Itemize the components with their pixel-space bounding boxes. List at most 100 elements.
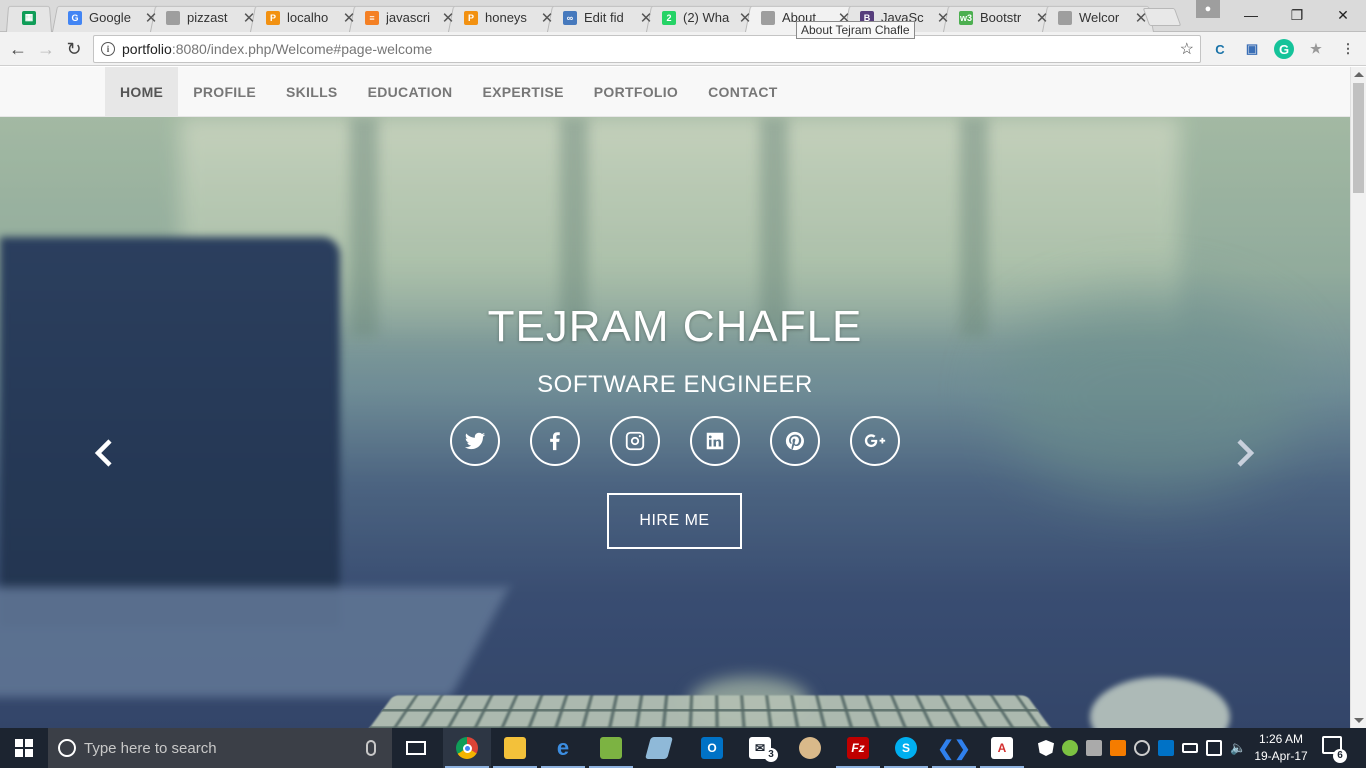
close-window-button[interactable]: ✕	[1320, 0, 1366, 30]
facebook-icon[interactable]	[530, 416, 580, 466]
reload-button[interactable]: ↻	[62, 37, 86, 61]
carousel-next-button[interactable]	[1230, 435, 1260, 471]
taskbar-outlook[interactable]: O	[688, 728, 736, 768]
tab-title: Bootstr	[980, 10, 1022, 25]
social-links	[450, 416, 900, 466]
tab-strip: ▦ G Google ✕ pizzast ✕ Plocalho ✕ ≡ javascri ✕ Phon…	[0, 0, 1366, 32]
tab-close-icon[interactable]: ✕	[242, 9, 256, 27]
battery-icon[interactable]	[1182, 743, 1198, 753]
google-icon: G	[68, 10, 82, 25]
microphone-icon[interactable]	[366, 740, 376, 756]
scrollbar-thumb[interactable]	[1353, 83, 1364, 193]
xampp-icon[interactable]	[1110, 740, 1126, 756]
nav-item-expertise[interactable]: EXPERTISE	[467, 67, 578, 117]
tab-tooltip: About Tejram Chafle	[796, 21, 915, 39]
nav-item-contact[interactable]: CONTACT	[693, 67, 793, 117]
task-view-icon	[406, 741, 426, 755]
taskbar-acrobat[interactable]: A	[978, 728, 1026, 768]
taskbar-notepad[interactable]	[587, 728, 635, 768]
new-tab-button[interactable]	[1142, 8, 1182, 26]
google-plus-icon[interactable]	[850, 416, 900, 466]
tab-title: Edit fid	[584, 10, 624, 25]
stackoverflow-icon: ≡	[365, 10, 379, 25]
extension-star-icon[interactable]: ★	[1306, 39, 1326, 59]
tab-title: localho	[287, 10, 329, 25]
taskbar-chrome[interactable]	[443, 728, 491, 768]
taskbar-file-explorer[interactable]	[491, 728, 539, 768]
linkedin-icon[interactable]	[690, 416, 740, 466]
address-bar[interactable]: i portfolio:8080/index.php/Welcome#page-…	[93, 35, 1201, 63]
screen-capture-icon[interactable]: ▣	[1242, 39, 1262, 59]
taskbar-vscode[interactable]: ❮❯	[930, 728, 978, 768]
bookmark-star-icon[interactable]: ☆	[1180, 39, 1194, 59]
browser-tab[interactable]: G Google ✕	[52, 3, 164, 32]
tab-close-icon[interactable]: ✕	[342, 9, 356, 27]
browser-tab[interactable]: 2 (2) Wha ✕	[646, 3, 758, 32]
network-icon[interactable]	[1206, 740, 1222, 756]
forward-button[interactable]: →	[34, 37, 58, 61]
browser-tab[interactable]: Phoneys ✕	[448, 3, 560, 32]
edge-icon: e	[556, 735, 570, 760]
browser-tab[interactable]: ▦	[6, 3, 52, 32]
tab-close-icon[interactable]: ✕	[738, 9, 752, 27]
scroll-up-arrow[interactable]	[1354, 72, 1364, 77]
taskbar-clock[interactable]: 1:26 AM 19-Apr-17	[1246, 731, 1316, 765]
nav-item-portfolio[interactable]: PORTFOLIO	[579, 67, 693, 117]
tray-network-icon[interactable]	[1134, 740, 1150, 756]
nav-item-profile[interactable]: PROFILE	[178, 67, 271, 117]
nav-item-education[interactable]: EDUCATION	[353, 67, 468, 117]
defender-icon[interactable]	[1038, 740, 1054, 756]
taskbar-filezilla[interactable]: Fz	[834, 728, 882, 768]
nav-item-skills[interactable]: SKILLS	[271, 67, 353, 117]
pinterest-icon[interactable]	[770, 416, 820, 466]
task-view-button[interactable]	[392, 728, 440, 768]
tray-app-icon[interactable]	[1062, 740, 1078, 756]
back-button[interactable]: ←	[6, 37, 30, 61]
vscode-icon: ❮❯	[937, 737, 971, 760]
tab-close-icon[interactable]: ✕	[540, 9, 554, 27]
grammarly-icon[interactable]: G	[1274, 39, 1294, 59]
page-icon	[761, 10, 775, 25]
taskbar-mail[interactable]: ✉ 3	[736, 728, 784, 768]
tab-close-icon[interactable]: ✕	[936, 9, 950, 27]
extension-c-icon[interactable]: C	[1210, 39, 1230, 59]
tab-close-icon[interactable]: ✕	[441, 9, 455, 27]
taskbar-paint[interactable]	[786, 728, 834, 768]
scroll-down-arrow[interactable]	[1354, 718, 1364, 723]
page-icon	[166, 10, 180, 25]
window-controls: — ❐ ✕	[1228, 0, 1366, 30]
tab-title: Google	[89, 10, 131, 25]
outlook-icon: O	[701, 737, 723, 759]
tab-close-icon[interactable]: ✕	[144, 9, 158, 27]
tab-close-icon[interactable]: ✕	[1035, 9, 1049, 27]
twitter-icon[interactable]	[450, 416, 500, 466]
start-button[interactable]	[0, 728, 48, 768]
maximize-button[interactable]: ❐	[1274, 0, 1320, 30]
taskbar-skype[interactable]: S	[882, 728, 930, 768]
info-icon[interactable]: i	[101, 42, 115, 56]
menu-icon[interactable]: ⋮	[1338, 39, 1358, 59]
page-scrollbar[interactable]	[1350, 67, 1366, 728]
nav-item-home[interactable]: HOME	[105, 67, 179, 117]
tab-close-icon[interactable]: ✕	[1134, 9, 1148, 27]
taskbar-app-blue[interactable]	[635, 728, 683, 768]
instagram-icon[interactable]	[610, 416, 660, 466]
profile-icon[interactable]: ●	[1196, 0, 1220, 18]
minimize-button[interactable]: —	[1228, 0, 1274, 30]
taskbar-search[interactable]: Type here to search	[48, 728, 392, 768]
url-text[interactable]: portfolio:8080/index.php/Welcome#page-we…	[122, 41, 1180, 57]
browser-tab[interactable]: Plocalho ✕	[250, 3, 362, 32]
tab-close-icon[interactable]: ✕	[639, 9, 653, 27]
hero-carousel: TEJRAM CHAFLE SOFTWARE ENGINEER HIRE ME	[0, 117, 1350, 728]
volume-icon[interactable]: 🔈	[1230, 740, 1246, 756]
browser-tab[interactable]: ∞ Edit fid ✕	[547, 3, 659, 32]
browser-tab[interactable]: Welcor ✕	[1042, 3, 1154, 32]
browser-tab[interactable]: w3 Bootstr ✕	[943, 3, 1055, 32]
tray-device-icon[interactable]	[1086, 740, 1102, 756]
taskbar-edge[interactable]: e	[539, 728, 587, 768]
browser-tab[interactable]: ≡ javascri ✕	[349, 3, 461, 32]
hire-me-button[interactable]: HIRE ME	[607, 493, 742, 549]
tray-outlook-icon[interactable]	[1158, 740, 1174, 756]
carousel-prev-button[interactable]	[89, 435, 119, 471]
browser-tab[interactable]: pizzast ✕	[150, 3, 262, 32]
